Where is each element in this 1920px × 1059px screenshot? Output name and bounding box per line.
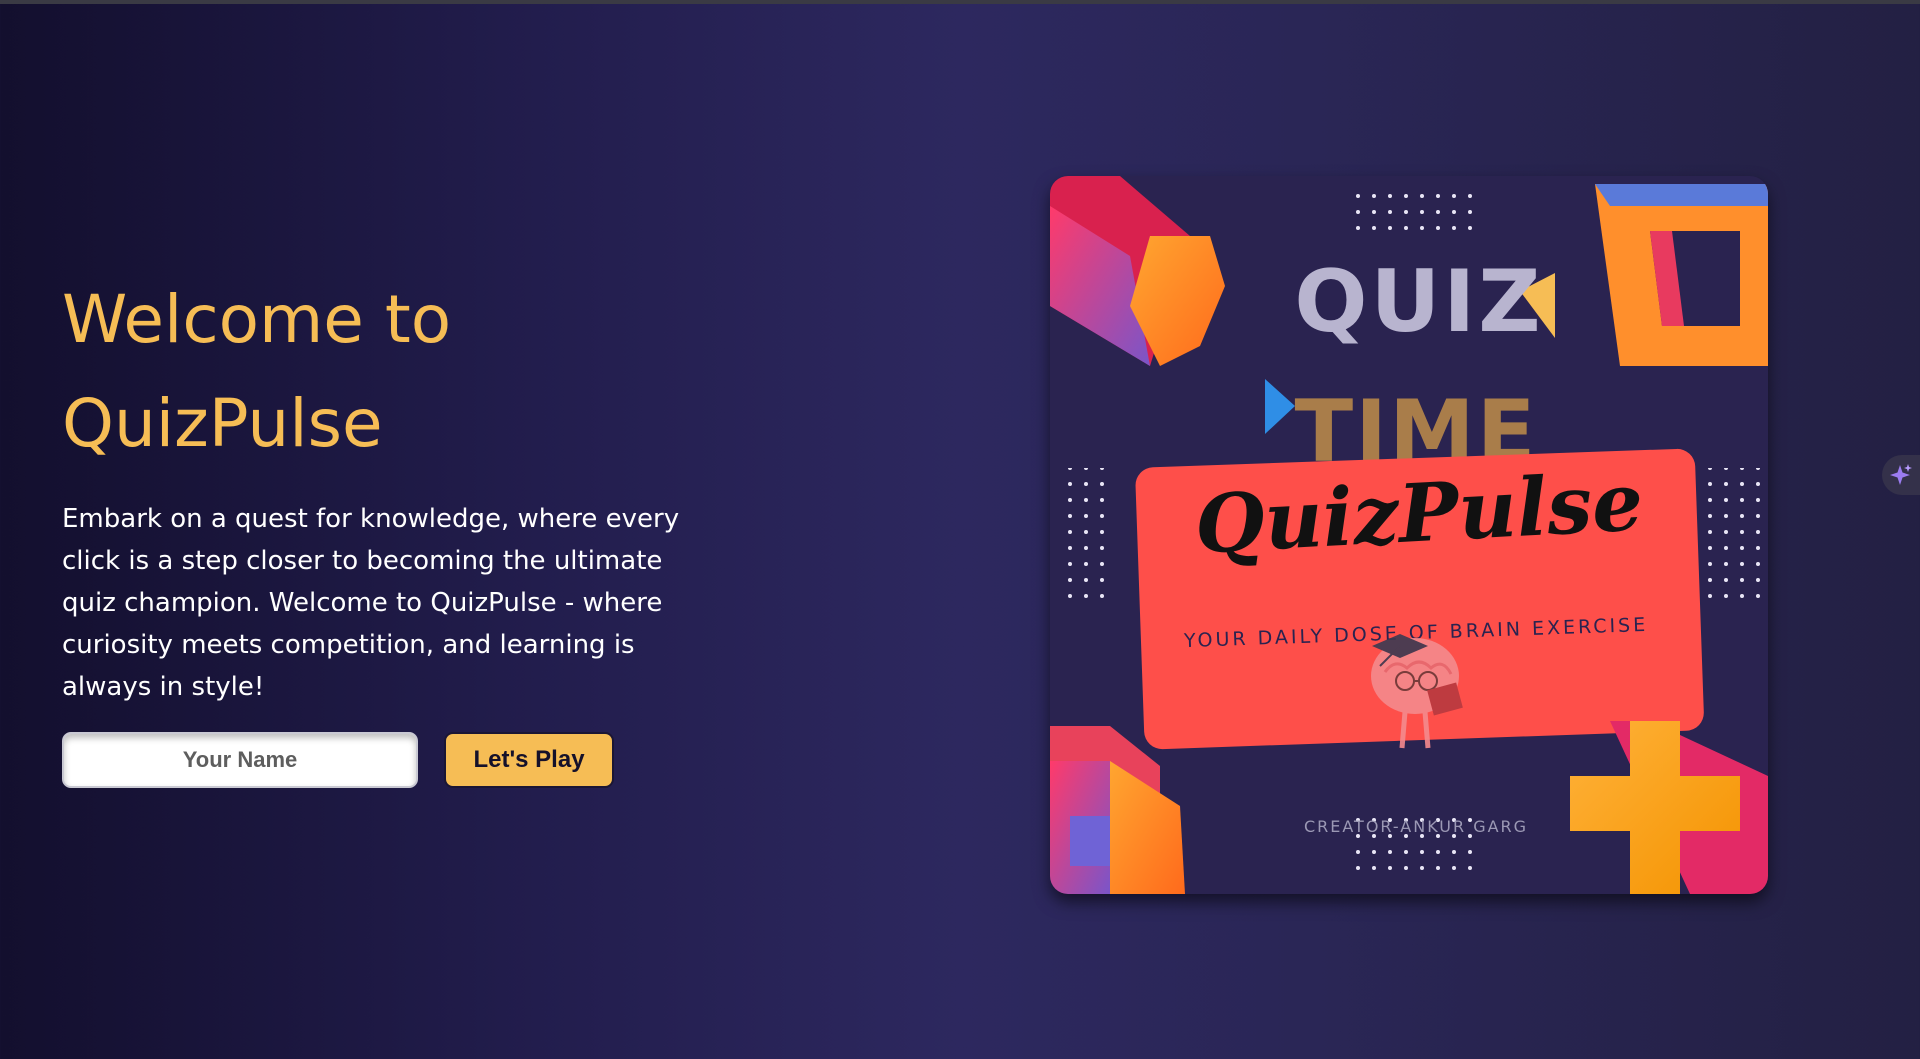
poster-artwork: QUIZ TIME QuizPulse YOUR DAILY DOSE OF B… <box>1050 176 1768 894</box>
block-shape <box>1050 726 1185 894</box>
title-line-1: Welcome to <box>62 281 452 358</box>
page-title: Welcome to QuizPulse <box>62 268 722 476</box>
title-line-2: QuizPulse <box>62 385 383 462</box>
name-input[interactable] <box>62 732 418 788</box>
quiz-poster: QUIZ TIME QuizPulse YOUR DAILY DOSE OF B… <box>1050 176 1768 894</box>
start-form: Let's Play <box>62 732 614 788</box>
dot-grid-left <box>1056 468 1112 600</box>
hero-section: Welcome to QuizPulse Embark on a quest f… <box>62 268 722 708</box>
top-border <box>0 0 1920 4</box>
plus-shape <box>1570 721 1768 894</box>
hero-description: Embark on a quest for knowledge, where e… <box>62 504 680 702</box>
dot-grid-top <box>1348 186 1480 240</box>
lets-play-button[interactable]: Let's Play <box>444 732 614 788</box>
dot-grid-right <box>1706 468 1762 600</box>
assistant-launcher[interactable] <box>1882 455 1920 495</box>
triangle-blue-shape <box>1265 379 1295 434</box>
poster-creator: CREATOR-ANKUR GARG <box>1304 817 1528 836</box>
poster-quiz-word: QUIZ <box>1294 252 1543 352</box>
hexagon-prism-shape <box>1050 176 1225 366</box>
square-frame-shape <box>1595 184 1768 366</box>
sparkle-icon <box>1890 464 1912 485</box>
